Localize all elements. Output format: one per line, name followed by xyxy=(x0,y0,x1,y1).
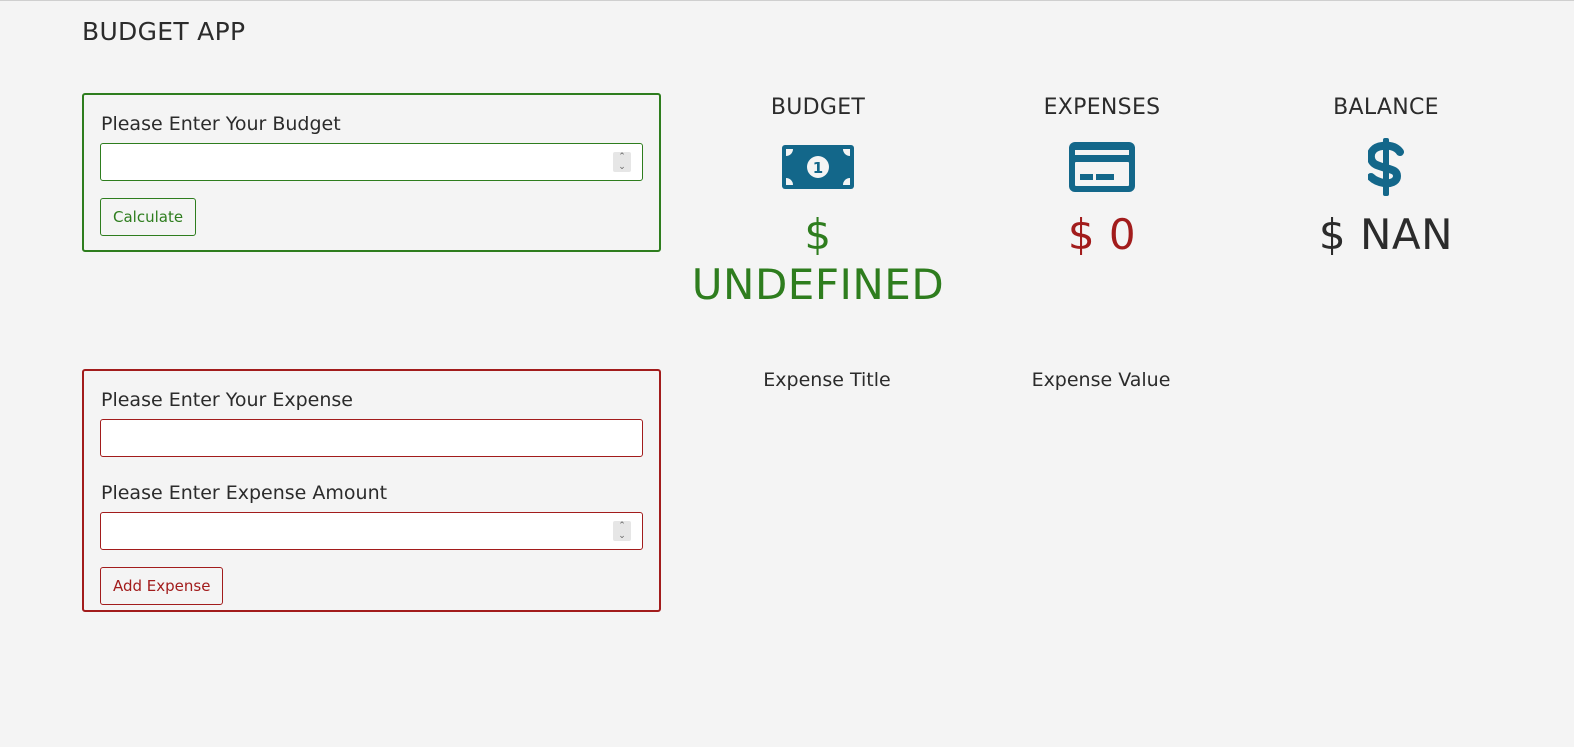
budget-stat: BUDGET 1 $ UNDEFINED xyxy=(678,93,958,310)
dollar-sign-icon xyxy=(1246,138,1526,196)
expense-title-column-header: Expense Title xyxy=(763,369,891,391)
budget-input-label: Please Enter Your Budget xyxy=(101,113,341,135)
expense-form: Please Enter Your Expense Please Enter E… xyxy=(82,369,661,612)
budget-input[interactable]: ⌃ ⌄ xyxy=(100,143,643,181)
balance-stat: BALANCE $ NAN xyxy=(1246,93,1526,260)
add-expense-button[interactable]: Add Expense xyxy=(100,567,224,605)
budget-form: Please Enter Your Budget ⌃ ⌄ Calculate xyxy=(82,93,661,252)
calculate-button[interactable]: Calculate xyxy=(100,198,197,236)
expense-title-label: Please Enter Your Expense xyxy=(101,389,353,411)
budget-amount: $ UNDEFINED xyxy=(691,210,945,309)
balance-stat-title: BALANCE xyxy=(1333,95,1439,120)
expense-list-header: Expense Title Expense Value xyxy=(678,369,1238,397)
budget-app-page: BUDGET APP Please Enter Your Budget ⌃ ⌄ C… xyxy=(0,0,1574,747)
expense-value-column-header: Expense Value xyxy=(1031,369,1171,391)
budget-stat-title: BUDGET xyxy=(770,95,866,120)
expenses-stat-title: EXPENSES xyxy=(1043,95,1161,120)
credit-card-icon xyxy=(962,138,1242,196)
expense-amount-label: Please Enter Expense Amount xyxy=(101,482,388,504)
number-spinner-icon[interactable]: ⌃ ⌄ xyxy=(613,521,631,541)
field-gap xyxy=(100,457,643,480)
expense-amount-input[interactable]: ⌃ ⌄ xyxy=(100,512,643,550)
balance-amount: $ NAN xyxy=(1318,210,1454,259)
expenses-amount: $ 0 xyxy=(1067,210,1137,259)
number-spinner-icon[interactable]: ⌃ ⌄ xyxy=(613,152,631,172)
svg-text:1: 1 xyxy=(813,159,823,177)
money-bill-icon: 1 xyxy=(678,138,958,196)
app-title: BUDGET APP xyxy=(82,17,246,46)
expenses-stat: EXPENSES $ 0 xyxy=(962,93,1242,260)
expense-title-input[interactable] xyxy=(100,419,643,457)
